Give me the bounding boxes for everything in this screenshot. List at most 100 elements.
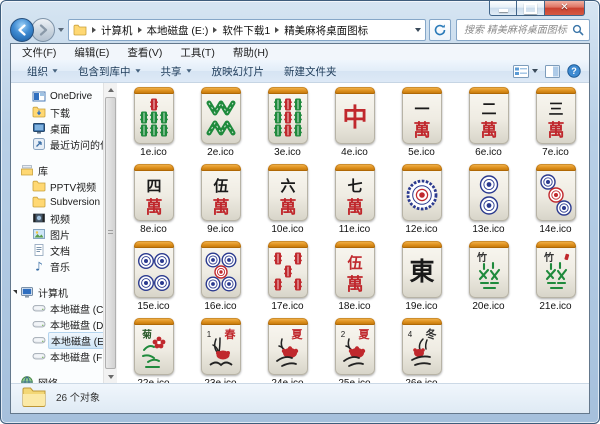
tile-top-edge (268, 164, 308, 171)
file-item[interactable]: 菊22e.ico (120, 316, 187, 383)
file-item[interactable]: 1春23e.ico (187, 316, 254, 383)
history-chevron-icon[interactable] (58, 28, 64, 32)
file-item[interactable]: 一萬5e.ico (388, 85, 455, 162)
file-item[interactable]: 中4e.ico (321, 85, 388, 162)
file-name-label: 16e.ico (204, 301, 236, 312)
sidebar-item[interactable]: OneDrive (11, 88, 103, 104)
address-dropdown-chevron-icon[interactable] (415, 28, 421, 32)
back-button[interactable] (10, 18, 34, 42)
tile-face (472, 172, 506, 223)
file-item[interactable]: 竹21e.ico (522, 239, 589, 316)
sidebar-item[interactable]: 桌面 (11, 120, 103, 136)
expander-triangle-icon[interactable] (13, 290, 17, 294)
sidebar-item[interactable]: 图片 (11, 226, 103, 242)
toolbar-button[interactable]: 放映幻灯片 (202, 64, 275, 79)
sidebar-item[interactable]: 文档 (11, 242, 103, 258)
scrollbar-thumb[interactable] (105, 97, 116, 369)
file-name-label: 8e.ico (140, 224, 167, 235)
file-item[interactable]: 東19e.ico (388, 239, 455, 316)
file-item[interactable]: 2e.ico (187, 85, 254, 162)
sidebar-item[interactable]: 计算机 (11, 284, 103, 300)
scroll-up-button[interactable] (104, 83, 117, 96)
mahjong-tile-icon (402, 164, 442, 221)
help-button[interactable]: ? (567, 64, 581, 78)
sidebar-item[interactable]: Subversion (11, 194, 103, 210)
menu-bar: 文件(F)编辑(E)查看(V)工具(T)帮助(H) (11, 44, 589, 60)
address-bar[interactable]: 计算机本地磁盘 (E:) 软件下载1 精美麻将桌面图标 (68, 19, 426, 41)
file-item[interactable]: 4冬26e.ico (388, 316, 455, 383)
minimize-button[interactable] (489, 1, 517, 16)
svg-text:伍: 伍 (212, 177, 228, 195)
search-box[interactable] (456, 19, 590, 41)
file-item[interactable]: 竹20e.ico (455, 239, 522, 316)
sidebar-item-label: PPTV视频 (50, 179, 96, 194)
sidebar-item[interactable]: ♪音乐 (11, 258, 103, 274)
tile-face: 一萬 (405, 95, 439, 146)
file-item[interactable]: 17e.ico (254, 239, 321, 316)
search-input[interactable] (462, 24, 572, 37)
views-button[interactable] (513, 65, 538, 78)
svg-text:菊: 菊 (142, 328, 152, 341)
file-item[interactable]: 夏24e.ico (254, 316, 321, 383)
sidebar-item[interactable]: 本地磁盘 (F:) (11, 348, 103, 364)
svg-text:萬: 萬 (346, 274, 363, 294)
menu-item[interactable]: 文件(F) (13, 45, 65, 60)
tile-face: 伍萬 (338, 249, 372, 300)
menu-item[interactable]: 查看(V) (118, 45, 171, 60)
back-arrow-icon (16, 24, 28, 36)
breadcrumb-item[interactable]: 软件下载1 (222, 23, 270, 38)
file-item[interactable]: 2夏25e.ico (321, 316, 388, 383)
file-item[interactable]: 13e.ico (455, 162, 522, 239)
sidebar-item[interactable]: PPTV视频 (11, 178, 103, 194)
file-item[interactable]: 12e.ico (388, 162, 455, 239)
file-item[interactable]: 14e.ico (522, 162, 589, 239)
svg-text:竹: 竹 (476, 251, 487, 264)
file-item[interactable]: 1e.ico (120, 85, 187, 162)
downloads-folder-icon (32, 105, 46, 119)
sidebar-item[interactable]: 本地磁盘 (C:) (11, 300, 103, 316)
file-item[interactable]: 二萬6e.ico (455, 85, 522, 162)
close-button[interactable]: ✕ (544, 1, 585, 16)
tile-face: 2夏 (338, 326, 372, 377)
toolbar-button[interactable]: 共享 (151, 64, 202, 79)
breadcrumb-item[interactable]: 精美麻将桌面图标 (284, 23, 368, 38)
sidebar-scrollbar[interactable] (103, 83, 117, 383)
file-item[interactable]: 七萬11e.ico (321, 162, 388, 239)
breadcrumb-item[interactable]: 计算机 (101, 23, 133, 38)
forward-button[interactable] (31, 18, 55, 42)
svg-text:?: ? (571, 66, 577, 76)
scroll-down-button[interactable] (104, 370, 117, 383)
file-item[interactable]: 15e.ico (120, 239, 187, 316)
toolbar-button[interactable]: 组织 (17, 64, 68, 79)
file-item[interactable]: 六萬10e.ico (254, 162, 321, 239)
menu-item[interactable]: 帮助(H) (224, 45, 278, 60)
toolbar-button[interactable]: 新建文件夹 (274, 64, 347, 79)
menu-item[interactable]: 工具(T) (171, 45, 223, 60)
toolbar-button[interactable]: 包含到库中 (68, 64, 151, 79)
disk-icon (32, 333, 46, 347)
file-item[interactable]: 伍萬18e.ico (321, 239, 388, 316)
preview-pane-button[interactable] (545, 65, 560, 78)
svg-text:♪: ♪ (35, 260, 43, 274)
file-item[interactable]: 伍萬9e.ico (187, 162, 254, 239)
svg-text:萬: 萬 (212, 197, 229, 217)
tile-face (137, 95, 171, 146)
file-item[interactable]: 三萬7e.ico (522, 85, 589, 162)
sidebar-item[interactable]: 本地磁盘 (E:) (11, 332, 103, 348)
svg-text:二: 二 (481, 101, 496, 118)
mahjong-tile-icon: 竹 (536, 241, 576, 298)
file-item[interactable]: 四萬8e.ico (120, 162, 187, 239)
sidebar-item[interactable]: 视频 (11, 210, 103, 226)
sidebar-item[interactable]: 本地磁盘 (D:) (11, 316, 103, 332)
file-item[interactable]: 3e.ico (254, 85, 321, 162)
menu-item[interactable]: 编辑(E) (65, 45, 118, 60)
sidebar-item[interactable]: 下载 (11, 104, 103, 120)
scrollbar-grip (108, 230, 113, 236)
refresh-button[interactable] (429, 19, 451, 41)
breadcrumb-item[interactable]: 本地磁盘 (E:) (147, 23, 209, 38)
sidebar-item[interactable]: 最近访问的位置 (11, 136, 103, 152)
sidebar-item[interactable]: 网络 (11, 374, 103, 383)
maximize-button[interactable] (517, 1, 544, 16)
file-item[interactable]: 16e.ico (187, 239, 254, 316)
sidebar-item[interactable]: 库 (11, 162, 103, 178)
